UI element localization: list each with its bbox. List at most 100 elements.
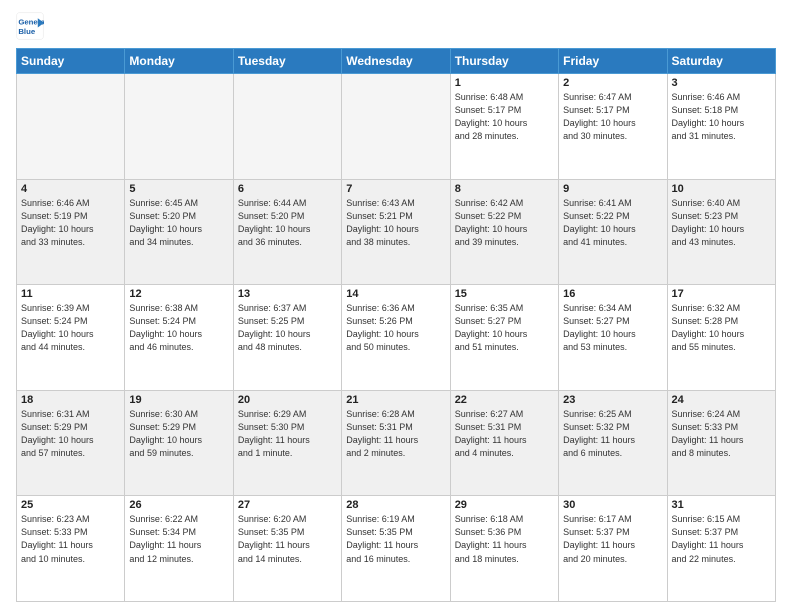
weekday-header-tuesday: Tuesday	[233, 49, 341, 74]
day-number: 29	[455, 499, 554, 511]
logo-icon: General Blue	[16, 12, 44, 40]
day-cell: 21Sunrise: 6:28 AM Sunset: 5:31 PM Dayli…	[342, 390, 450, 496]
day-info: Sunrise: 6:41 AM Sunset: 5:22 PM Dayligh…	[563, 197, 662, 249]
day-cell: 13 Sunrise: 6:37 AM Sunset: 5:25 PM Dayli…	[233, 285, 341, 391]
calendar-table: SundayMondayTuesdayWednesdayThursdayFrid…	[16, 48, 776, 602]
page: General Blue SundayMondayTuesdayWednesda…	[0, 0, 792, 612]
day-number: 9	[563, 183, 662, 195]
weekday-header-sunday: Sunday	[17, 49, 125, 74]
day-number: 28	[346, 499, 445, 511]
day-cell: 28 Sunrise: 6:19 AM Sunset: 5:35 PM Dayli…	[342, 496, 450, 602]
day-number: 24	[672, 394, 771, 406]
day-number: 21	[346, 394, 445, 406]
day-number: 7	[346, 183, 445, 195]
day-cell: 24 Sunrise: 6:24 AM Sunset: 5:33 PM Dayli…	[667, 390, 775, 496]
day-number: 6	[238, 183, 337, 195]
week-row-1: 1 Sunrise: 6:48 AM Sunset: 5:17 PM Daylig…	[17, 74, 776, 180]
weekday-header-monday: Monday	[125, 49, 233, 74]
week-row-2: 4 Sunrise: 6:46 AM Sunset: 5:19 PM Daylig…	[17, 179, 776, 285]
day-number: 27	[238, 499, 337, 511]
day-cell	[125, 74, 233, 180]
day-info: Sunrise: 6:23 AM Sunset: 5:33 PM Dayligh…	[21, 513, 120, 565]
day-info: Sunrise: 6:46 AM Sunset: 5:19 PM Dayligh…	[21, 197, 120, 249]
weekday-header-friday: Friday	[559, 49, 667, 74]
day-cell: 9 Sunrise: 6:41 AM Sunset: 5:22 PM Daylig…	[559, 179, 667, 285]
day-number: 3	[672, 77, 771, 89]
day-number: 15	[455, 288, 554, 300]
weekday-header-wednesday: Wednesday	[342, 49, 450, 74]
day-number: 16	[563, 288, 662, 300]
day-number: 23	[563, 394, 662, 406]
day-info: Sunrise: 6:34 AM Sunset: 5:27 PM Dayligh…	[563, 302, 662, 354]
day-info: Sunrise: 6:40 AM Sunset: 5:23 PM Dayligh…	[672, 197, 771, 249]
day-info: Sunrise: 6:27 AM Sunset: 5:31 PM Dayligh…	[455, 408, 554, 460]
week-row-4: 18 Sunrise: 6:31 AM Sunset: 5:29 PM Dayli…	[17, 390, 776, 496]
day-cell: 15Sunrise: 6:35 AM Sunset: 5:27 PM Dayli…	[450, 285, 558, 391]
day-info: Sunrise: 6:37 AM Sunset: 5:25 PM Dayligh…	[238, 302, 337, 354]
header: General Blue	[16, 12, 776, 40]
day-cell	[342, 74, 450, 180]
day-number: 20	[238, 394, 337, 406]
day-cell: 25Sunrise: 6:23 AM Sunset: 5:33 PM Dayli…	[17, 496, 125, 602]
weekday-header-saturday: Saturday	[667, 49, 775, 74]
week-row-3: 11Sunrise: 6:39 AM Sunset: 5:24 PM Dayli…	[17, 285, 776, 391]
day-info: Sunrise: 6:30 AM Sunset: 5:29 PM Dayligh…	[129, 408, 228, 460]
day-cell: 5Sunrise: 6:45 AM Sunset: 5:20 PM Daylig…	[125, 179, 233, 285]
day-info: Sunrise: 6:36 AM Sunset: 5:26 PM Dayligh…	[346, 302, 445, 354]
day-info: Sunrise: 6:42 AM Sunset: 5:22 PM Dayligh…	[455, 197, 554, 249]
day-cell: 30Sunrise: 6:17 AM Sunset: 5:37 PM Dayli…	[559, 496, 667, 602]
day-info: Sunrise: 6:47 AM Sunset: 5:17 PM Dayligh…	[563, 91, 662, 143]
day-info: Sunrise: 6:24 AM Sunset: 5:33 PM Dayligh…	[672, 408, 771, 460]
day-cell: 23 Sunrise: 6:25 AM Sunset: 5:32 PM Dayli…	[559, 390, 667, 496]
day-number: 18	[21, 394, 120, 406]
day-cell: 16 Sunrise: 6:34 AM Sunset: 5:27 PM Dayli…	[559, 285, 667, 391]
day-info: Sunrise: 6:46 AM Sunset: 5:18 PM Dayligh…	[672, 91, 771, 143]
day-cell: 31 Sunrise: 6:15 AM Sunset: 5:37 PM Dayli…	[667, 496, 775, 602]
day-info: Sunrise: 6:44 AM Sunset: 5:20 PM Dayligh…	[238, 197, 337, 249]
day-info: Sunrise: 6:45 AM Sunset: 5:20 PM Dayligh…	[129, 197, 228, 249]
day-info: Sunrise: 6:15 AM Sunset: 5:37 PM Dayligh…	[672, 513, 771, 565]
weekday-header-thursday: Thursday	[450, 49, 558, 74]
day-cell	[17, 74, 125, 180]
day-number: 10	[672, 183, 771, 195]
day-number: 30	[563, 499, 662, 511]
day-info: Sunrise: 6:25 AM Sunset: 5:32 PM Dayligh…	[563, 408, 662, 460]
day-info: Sunrise: 6:48 AM Sunset: 5:17 PM Dayligh…	[455, 91, 554, 143]
day-number: 1	[455, 77, 554, 89]
day-number: 12	[129, 288, 228, 300]
day-number: 14	[346, 288, 445, 300]
day-cell: 6 Sunrise: 6:44 AM Sunset: 5:20 PM Daylig…	[233, 179, 341, 285]
day-cell: 14 Sunrise: 6:36 AM Sunset: 5:26 PM Dayli…	[342, 285, 450, 391]
day-cell: 2 Sunrise: 6:47 AM Sunset: 5:17 PM Daylig…	[559, 74, 667, 180]
day-cell: 20 Sunrise: 6:29 AM Sunset: 5:30 PM Dayli…	[233, 390, 341, 496]
day-info: Sunrise: 6:29 AM Sunset: 5:30 PM Dayligh…	[238, 408, 337, 460]
day-cell: 1 Sunrise: 6:48 AM Sunset: 5:17 PM Daylig…	[450, 74, 558, 180]
day-cell	[233, 74, 341, 180]
day-info: Sunrise: 6:31 AM Sunset: 5:29 PM Dayligh…	[21, 408, 120, 460]
day-cell: 27Sunrise: 6:20 AM Sunset: 5:35 PM Dayli…	[233, 496, 341, 602]
day-cell: 8Sunrise: 6:42 AM Sunset: 5:22 PM Daylig…	[450, 179, 558, 285]
day-number: 22	[455, 394, 554, 406]
day-info: Sunrise: 6:19 AM Sunset: 5:35 PM Dayligh…	[346, 513, 445, 565]
day-cell: 12 Sunrise: 6:38 AM Sunset: 5:24 PM Dayli…	[125, 285, 233, 391]
day-number: 2	[563, 77, 662, 89]
day-info: Sunrise: 6:18 AM Sunset: 5:36 PM Dayligh…	[455, 513, 554, 565]
day-cell: 19Sunrise: 6:30 AM Sunset: 5:29 PM Dayli…	[125, 390, 233, 496]
day-info: Sunrise: 6:22 AM Sunset: 5:34 PM Dayligh…	[129, 513, 228, 565]
day-cell: 4 Sunrise: 6:46 AM Sunset: 5:19 PM Daylig…	[17, 179, 125, 285]
day-info: Sunrise: 6:32 AM Sunset: 5:28 PM Dayligh…	[672, 302, 771, 354]
weekday-header-row: SundayMondayTuesdayWednesdayThursdayFrid…	[17, 49, 776, 74]
day-info: Sunrise: 6:38 AM Sunset: 5:24 PM Dayligh…	[129, 302, 228, 354]
day-number: 13	[238, 288, 337, 300]
day-number: 31	[672, 499, 771, 511]
day-number: 4	[21, 183, 120, 195]
day-cell: 18 Sunrise: 6:31 AM Sunset: 5:29 PM Dayli…	[17, 390, 125, 496]
day-number: 26	[129, 499, 228, 511]
day-cell: 22 Sunrise: 6:27 AM Sunset: 5:31 PM Dayli…	[450, 390, 558, 496]
day-cell: 17Sunrise: 6:32 AM Sunset: 5:28 PM Dayli…	[667, 285, 775, 391]
day-cell: 7Sunrise: 6:43 AM Sunset: 5:21 PM Daylig…	[342, 179, 450, 285]
day-cell: 29 Sunrise: 6:18 AM Sunset: 5:36 PM Dayli…	[450, 496, 558, 602]
svg-text:Blue: Blue	[18, 27, 36, 36]
day-cell: 26 Sunrise: 6:22 AM Sunset: 5:34 PM Dayli…	[125, 496, 233, 602]
day-info: Sunrise: 6:39 AM Sunset: 5:24 PM Dayligh…	[21, 302, 120, 354]
